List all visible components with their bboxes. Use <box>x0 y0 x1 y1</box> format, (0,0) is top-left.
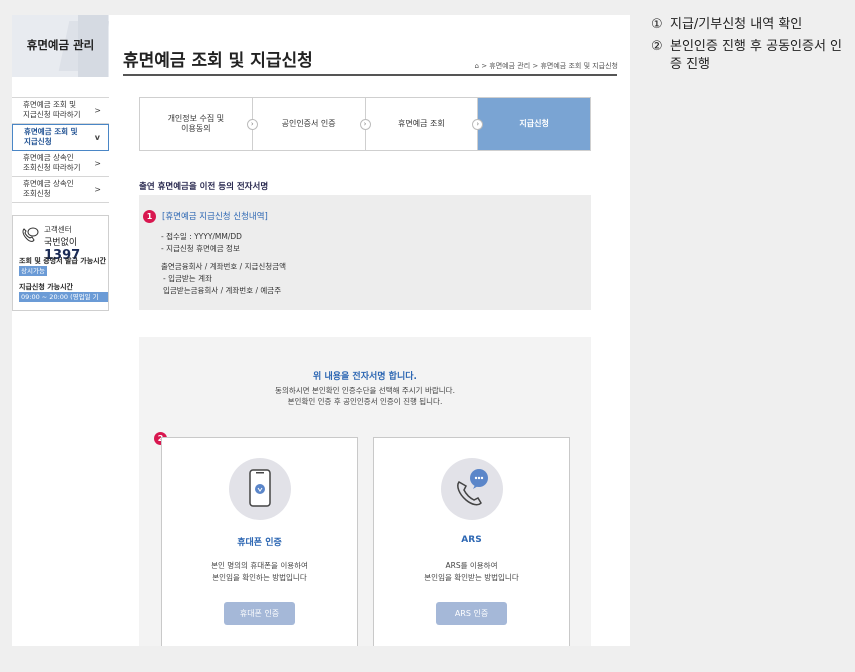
sidebar-item-heir-inquiry[interactable]: 휴면예금 상속인 조회신청 > <box>12 177 109 203</box>
callout-badge-1: 1 <box>143 210 156 223</box>
customer-center-label: 고객센터 <box>44 225 72 234</box>
page-title: 휴면예금 조회 및 지급신청 <box>123 51 313 71</box>
step-inquiry: 휴면예금 조회 › <box>366 98 484 150</box>
sidebar-item-label: 조회신청 따라하기 <box>23 163 81 172</box>
ars-auth-card[interactable]: ARS ARS를 이용하여 본인임을 확인받는 방법입니다 ARS 인증 <box>373 437 570 646</box>
chevron-right-icon: > <box>94 185 101 194</box>
breadcrumb: ⌂ > 휴면예금 관리 > 휴면예금 조회 및 지급신청 <box>475 61 618 71</box>
summary-line: 출연금융회사 / 계좌번호 / 지급신청금액 <box>161 262 286 271</box>
title-divider <box>123 74 617 76</box>
note-text: 본인인증 진행 후 공동인증서 인증 진행 <box>670 39 843 72</box>
payout-hours-label: 지급신청 가능시간 <box>19 283 73 291</box>
step-label: 개인정보 수집 및 <box>167 114 225 123</box>
application-summary-box: 1 [휴면예금 지급신청 신청내역] - 접수일 : YYYY/MM/DD - … <box>139 195 591 310</box>
annotation-notes: ① 지급/기부신청 내역 확인 ② 본인인증 진행 후 공동인증서 인증 진행 <box>651 16 851 78</box>
customer-center-box: 고객센터 국번없이1397 조회 및 증명서 발급 가능시간 상시가능 지급신청… <box>12 215 109 311</box>
step-certificate: 공인인증서 인증 › <box>253 98 371 150</box>
step-label: 지급신청 <box>519 119 549 128</box>
chevron-right-icon: › <box>246 119 258 130</box>
signature-instruction: 본인확인 인증 후 공인인증서 인증이 진행 됩니다. <box>287 397 443 406</box>
note-text: 지급/기부신청 내역 확인 <box>670 17 803 32</box>
sidebar-item-label: 조회신청 <box>23 189 51 198</box>
note-number: ① <box>651 17 663 32</box>
progress-steps: 개인정보 수집 및 이용동의 › 공인인증서 인증 › 휴면예금 조회 › 지급신… <box>139 97 591 151</box>
signature-instruction: 동의하시면 본인확인 인증수단을 선택해 주시기 바랍니다. <box>275 386 455 395</box>
sidebar-item-label: 휴면예금 조회 및 <box>23 100 77 109</box>
sidebar-item-guide[interactable]: 휴면예금 조회 및 지급신청 따라하기 > <box>12 98 109 124</box>
sidebar-item-heir-guide[interactable]: 휴면예금 상속인 조회신청 따라하기 > <box>12 151 109 177</box>
signature-area: 위 내용을 전자서명 합니다. 동의하시면 본인확인 인증수단을 선택해 주시기… <box>139 337 591 646</box>
chevron-right-icon: › <box>359 119 371 130</box>
home-icon[interactable]: ⌂ <box>475 62 479 70</box>
sidebar-item-inquiry[interactable]: 휴면예금 조회 및 지급신청 v <box>12 124 109 151</box>
phone-auth-button[interactable]: 휴대폰 인증 <box>224 602 295 625</box>
chat-phone-icon <box>22 227 39 242</box>
phone-auth-title: 휴대폰 인증 <box>237 538 282 548</box>
section-title: 출연 휴면예금을 이전 등의 전자서명 <box>139 182 269 192</box>
sidebar-item-label: 지급신청 따라하기 <box>23 110 81 119</box>
telephone-icon <box>457 469 488 506</box>
note-number: ② <box>651 39 663 54</box>
summary-line: 입금받는금융회사 / 계좌번호 / 예금주 <box>163 286 282 295</box>
step-consent: 개인정보 수집 및 이용동의 › <box>140 98 258 150</box>
note-item: ② 본인인증 진행 후 공동인증서 인증 진행 <box>651 38 851 74</box>
phone-auth-desc: 본인 명의의 휴대폰을 이용하여 <box>211 561 308 570</box>
sidebar-menu: 휴면예금 조회 및 지급신청 따라하기 > 휴면예금 조회 및 지급신청 v 휴… <box>12 97 109 203</box>
chevron-down-icon: v <box>94 133 100 142</box>
sidebar-title: 휴면예금 관리 <box>26 38 95 52</box>
step-label: 휴면예금 조회 <box>398 119 445 128</box>
signature-heading: 위 내용을 전자서명 합니다. <box>313 372 417 382</box>
sidebar-item-label: 휴면예금 조회 및 <box>24 127 78 136</box>
summary-line: - 입금받는 계좌 <box>163 274 212 283</box>
ars-auth-button[interactable]: ARS 인증 <box>436 602 507 625</box>
ars-icon-circle <box>441 458 503 520</box>
ars-auth-desc: ARS를 이용하여 <box>445 561 498 570</box>
step-label: 공인인증서 인증 <box>281 119 336 128</box>
phone-auth-desc: 본인임을 확인하는 방법입니다 <box>212 573 307 582</box>
chevron-right-icon: > <box>94 106 101 115</box>
phone-icon-circle <box>229 458 291 520</box>
screen-frame: 휴면예금 관리 휴면예금 조회 및 지급신청 따라하기 > 휴면예금 조회 및 … <box>12 15 630 646</box>
note-item: ① 지급/기부신청 내역 확인 <box>651 16 851 34</box>
mobile-phone-icon <box>249 469 271 507</box>
ars-auth-title: ARS <box>461 535 482 545</box>
phone-prefix: 국번없이 <box>44 238 78 248</box>
issue-hours-label: 조회 및 증명서 발급 가능시간 <box>19 257 107 265</box>
breadcrumb-path: > 휴면예금 관리 > 휴면예금 조회 및 지급신청 <box>481 62 618 70</box>
issue-hours-tag: 상시가능 <box>19 266 47 276</box>
chevron-right-icon: > <box>94 159 101 168</box>
step-label: 이용동의 <box>181 124 211 133</box>
phone-auth-card[interactable]: 휴대폰 인증 본인 명의의 휴대폰을 이용하여 본인임을 확인하는 방법입니다 … <box>161 437 358 646</box>
sidebar-item-label: 지급신청 <box>24 137 52 146</box>
ars-auth-desc: 본인임을 확인받는 방법입니다 <box>424 573 519 582</box>
sidebar-item-label: 휴면예금 상속인 <box>23 179 74 188</box>
payout-hours-tag: 09:00 ~ 20:00 (영업일 기준) <box>19 292 108 311</box>
summary-heading: [휴면예금 지급신청 신청내역] <box>162 212 268 222</box>
summary-line: - 지급신청 휴면예금 정보 <box>161 244 240 253</box>
step-apply: 지급신청 <box>478 98 590 150</box>
sidebar-header: 휴면예금 관리 <box>12 15 109 77</box>
summary-line: - 접수일 : YYYY/MM/DD <box>161 232 242 241</box>
sidebar-item-label: 휴면예금 상속인 <box>23 153 74 162</box>
